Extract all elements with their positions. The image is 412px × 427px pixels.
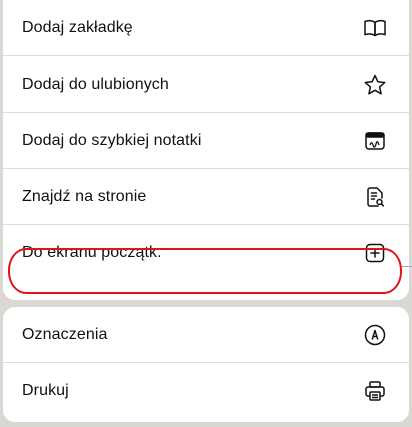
quick-note-icon	[363, 129, 387, 153]
menu-item-label: Dodaj zakładkę	[22, 18, 133, 36]
printer-icon	[363, 379, 387, 403]
menu-item-add-bookmark[interactable]: Dodaj zakładkę	[3, 0, 409, 56]
menu-item-quick-note[interactable]: Dodaj do szybkiej notatki	[3, 113, 409, 169]
star-icon	[363, 73, 387, 97]
book-icon	[363, 16, 387, 40]
add-square-icon	[363, 241, 387, 265]
menu-item-print[interactable]: Drukuj	[3, 363, 409, 419]
share-actions-group-2: Oznaczenia Drukuj	[3, 307, 409, 422]
menu-item-label: Dodaj do ulubionych	[22, 75, 169, 93]
menu-item-label: Dodaj do szybkiej notatki	[22, 131, 202, 149]
share-actions-group-1: Dodaj zakładkę Dodaj do ulubionych Dodaj…	[3, 0, 409, 300]
menu-item-add-to-home-screen[interactable]: Do ekranu początk.	[3, 225, 409, 281]
menu-item-find-on-page[interactable]: Znajdź na stronie	[3, 169, 409, 225]
menu-item-label: Do ekranu początk.	[22, 244, 162, 261]
background-divider	[402, 266, 412, 267]
menu-item-add-favorite[interactable]: Dodaj do ulubionych	[3, 57, 409, 113]
menu-item-label: Drukuj	[22, 382, 69, 399]
menu-item-label: Oznaczenia	[22, 325, 108, 343]
find-on-page-icon	[363, 185, 387, 209]
markup-pen-icon	[363, 323, 387, 347]
menu-item-label: Znajdź na stronie	[22, 187, 147, 205]
menu-item-markup[interactable]: Oznaczenia	[3, 307, 409, 363]
